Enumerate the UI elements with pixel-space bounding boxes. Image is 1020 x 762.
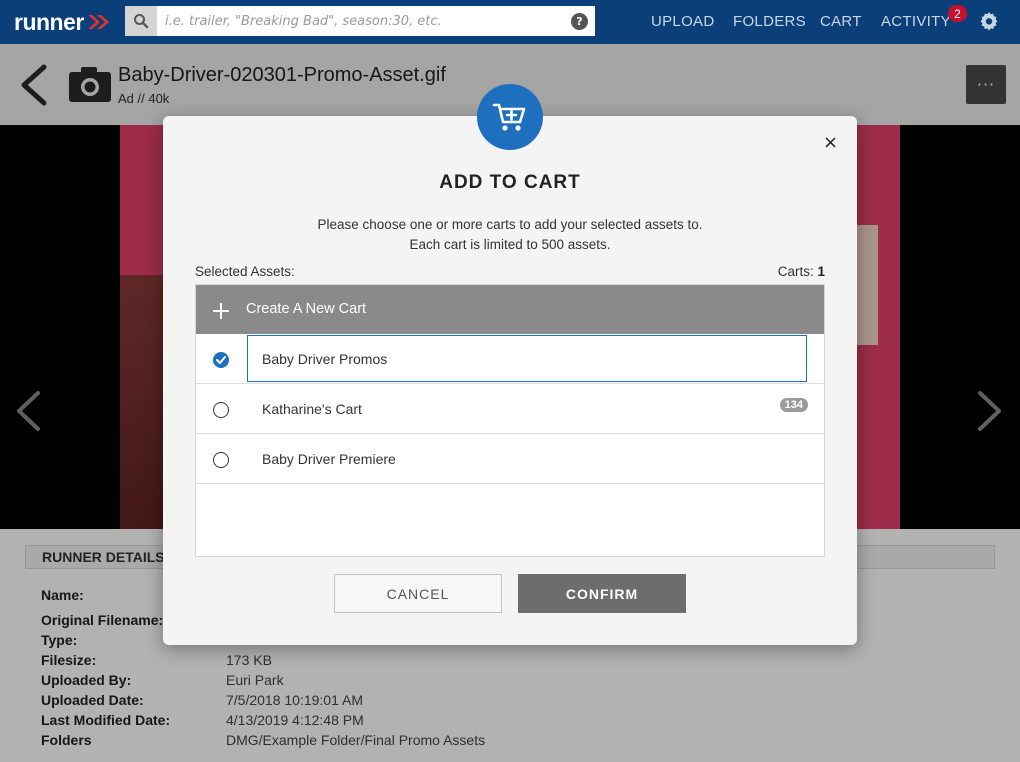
cart-name: Katharine's Cart [262, 401, 362, 417]
runner-logo[interactable]: runner [14, 8, 112, 36]
close-icon[interactable]: × [823, 132, 838, 153]
add-to-cart-modal: × ADD TO CART Please choose one or more … [163, 84, 857, 645]
modal-description-line-1: Please choose one or more carts to add y… [317, 217, 703, 232]
carts-count: Carts: 1 [778, 264, 825, 279]
nav-folders[interactable]: FOLDERS [733, 13, 806, 30]
create-new-cart-label: Create A New Cart [246, 301, 367, 317]
nav-cart[interactable]: CART [820, 13, 862, 30]
gear-icon [980, 12, 998, 31]
cart-name: Baby Driver Premiere [262, 451, 396, 467]
carts-count-label: Carts: [777, 264, 814, 279]
logo-text: runner [14, 8, 84, 35]
cart-option-baby-driver-premiere[interactable]: Baby Driver Premiere [196, 434, 824, 484]
logo-chevron-icon [86, 13, 112, 31]
cart-option-baby-driver-promos[interactable]: Baby Driver Promos [196, 334, 824, 384]
cart-asset-count-badge: 134 [779, 398, 808, 412]
confirm-button[interactable]: CONFIRM [518, 574, 686, 613]
modal-title: ADD TO CART [439, 172, 581, 193]
nav-upload[interactable]: UPLOAD [651, 13, 715, 30]
cancel-button[interactable]: CANCEL [334, 574, 502, 613]
selected-assets-label: Selected Assets: [195, 264, 295, 279]
cart-name: Baby Driver Promos [262, 351, 388, 367]
nav-activity[interactable]: ACTIVITY [881, 13, 951, 30]
cart-radio-checked[interactable] [213, 352, 229, 368]
create-new-cart-button[interactable]: Create A New Cart [196, 285, 824, 334]
search-button[interactable] [125, 6, 157, 36]
search-bar: ? [125, 6, 595, 36]
activity-badge: 2 [948, 5, 967, 22]
cart-list: Create A New Cart Baby Driver Promos Kat… [195, 284, 825, 557]
plus-icon [213, 303, 229, 319]
settings-button[interactable] [979, 11, 999, 35]
cart-radio[interactable] [213, 452, 229, 468]
search-input[interactable] [157, 6, 571, 36]
search-icon [134, 14, 149, 29]
add-to-cart-icon [477, 84, 543, 150]
cart-radio[interactable] [213, 402, 229, 418]
carts-count-value: 1 [817, 264, 825, 279]
top-nav: runner ? UPLOAD FOLDERS CART ACTIVITY 2 [0, 0, 1020, 44]
modal-description-line-2: Each cart is limited to 500 assets. [409, 237, 611, 252]
cart-option-katharines-cart[interactable]: Katharine's Cart 134 [196, 384, 824, 434]
help-icon[interactable]: ? [571, 12, 588, 30]
check-icon [216, 356, 226, 364]
